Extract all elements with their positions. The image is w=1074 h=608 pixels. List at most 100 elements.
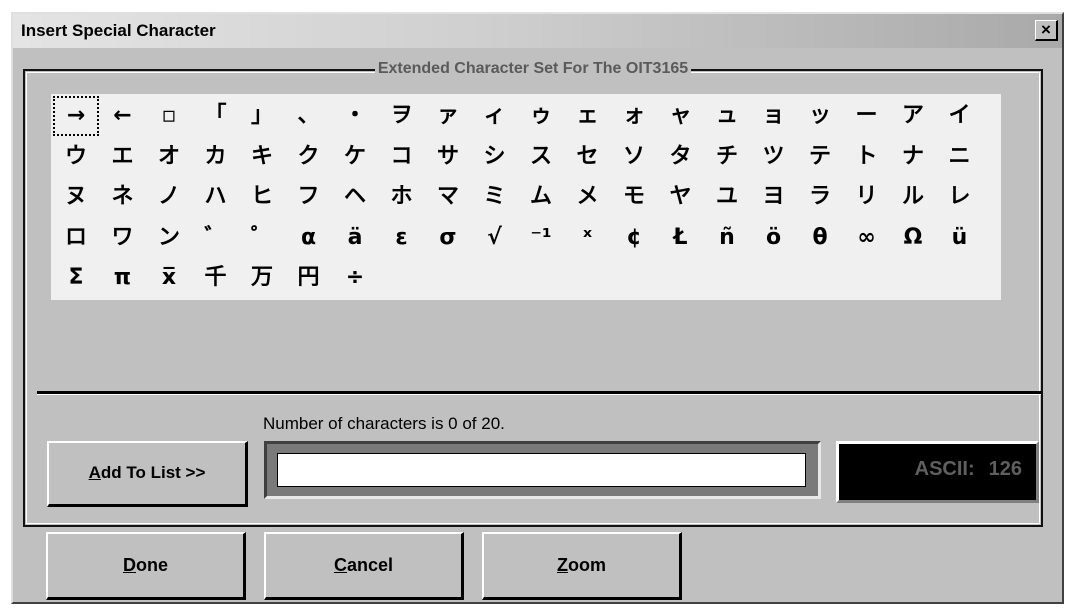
- character-cell[interactable]: ˣ: [565, 218, 611, 258]
- zoom-button[interactable]: Zoom: [482, 532, 682, 600]
- character-cell[interactable]: ヨ: [751, 177, 797, 217]
- character-cell[interactable]: チ: [704, 137, 750, 177]
- character-cell[interactable]: ゜: [239, 218, 285, 258]
- character-cell[interactable]: セ: [565, 137, 611, 177]
- character-cell[interactable]: x̅: [146, 258, 192, 298]
- close-button[interactable]: ×: [1035, 20, 1058, 41]
- character-cell[interactable]: メ: [565, 177, 611, 217]
- character-cell[interactable]: キ: [239, 137, 285, 177]
- character-cell[interactable]: Σ: [53, 258, 99, 298]
- character-cell[interactable]: ユ: [704, 177, 750, 217]
- character-cell[interactable]: ハ: [193, 177, 239, 217]
- character-cell[interactable]: ü: [937, 218, 983, 258]
- character-cell[interactable]: ム: [518, 177, 564, 217]
- character-cell[interactable]: ヌ: [53, 177, 99, 217]
- group-label: Extended Character Set For The OIT3165: [374, 60, 692, 77]
- character-cell[interactable]: マ: [425, 177, 471, 217]
- character-cell[interactable]: ョ: [751, 96, 797, 136]
- character-cell[interactable]: ヘ: [332, 177, 378, 217]
- character-cell[interactable]: ホ: [379, 177, 425, 217]
- character-cell[interactable]: ク: [286, 137, 332, 177]
- character-cell[interactable]: ェ: [565, 96, 611, 136]
- character-cell[interactable]: ネ: [100, 177, 146, 217]
- character-cell[interactable]: ö: [751, 218, 797, 258]
- character-cell[interactable]: Ω: [890, 218, 936, 258]
- character-cell[interactable]: ノ: [146, 177, 192, 217]
- character-cell[interactable]: ¢: [611, 218, 657, 258]
- text-field-frame: [264, 441, 821, 499]
- character-cell[interactable]: ュ: [704, 96, 750, 136]
- character-cell[interactable]: ン: [146, 218, 192, 258]
- character-cell[interactable]: 、: [286, 96, 332, 136]
- character-cell[interactable]: ソ: [611, 137, 657, 177]
- character-cell[interactable]: Ł: [658, 218, 704, 258]
- character-cell[interactable]: σ: [425, 218, 471, 258]
- character-cell[interactable]: √: [472, 218, 518, 258]
- character-cell[interactable]: ・: [332, 96, 378, 136]
- character-cell[interactable]: ナ: [890, 137, 936, 177]
- cancel-button[interactable]: Cancel: [264, 532, 464, 600]
- character-cell[interactable]: フ: [286, 177, 332, 217]
- character-cell[interactable]: ←: [100, 96, 146, 136]
- ascii-value: 126: [988, 458, 1022, 480]
- character-cell[interactable]: π: [100, 258, 146, 298]
- character-cell[interactable]: ツ: [751, 137, 797, 177]
- character-cell[interactable]: ゥ: [518, 96, 564, 136]
- character-cell[interactable]: サ: [425, 137, 471, 177]
- character-cell[interactable]: カ: [193, 137, 239, 177]
- character-cell[interactable]: タ: [658, 137, 704, 177]
- add-to-list-button[interactable]: Add To List >>: [47, 441, 248, 507]
- character-cell[interactable]: ウ: [53, 137, 99, 177]
- character-cell[interactable]: 万: [239, 258, 285, 298]
- window-title: Insert Special Character: [21, 21, 216, 40]
- character-cell[interactable]: ャ: [658, 96, 704, 136]
- character-cell[interactable]: イ: [937, 96, 983, 136]
- character-cell[interactable]: ワ: [100, 218, 146, 258]
- character-cell[interactable]: →: [53, 96, 99, 136]
- character-cell[interactable]: ▫: [146, 96, 192, 136]
- done-button[interactable]: Done: [46, 532, 246, 600]
- character-cell[interactable]: ヒ: [239, 177, 285, 217]
- character-cell[interactable]: 」: [239, 96, 285, 136]
- character-cell[interactable]: ヤ: [658, 177, 704, 217]
- title-bar: Insert Special Character ×: [13, 14, 1062, 48]
- character-cell[interactable]: エ: [100, 137, 146, 177]
- character-cell[interactable]: テ: [797, 137, 843, 177]
- character-cell[interactable]: ア: [890, 96, 936, 136]
- character-cell[interactable]: ォ: [611, 96, 657, 136]
- character-cell[interactable]: θ: [797, 218, 843, 258]
- character-cell[interactable]: ヲ: [379, 96, 425, 136]
- character-cell[interactable]: 円: [286, 258, 332, 298]
- character-cell[interactable]: ∞: [844, 218, 890, 258]
- character-cell[interactable]: ä: [332, 218, 378, 258]
- character-cell[interactable]: リ: [844, 177, 890, 217]
- character-cell[interactable]: ス: [518, 137, 564, 177]
- character-cell[interactable]: ラ: [797, 177, 843, 217]
- character-cell[interactable]: ⁻¹: [518, 218, 564, 258]
- insert-special-character-dialog: Insert Special Character × Extended Char…: [11, 12, 1064, 604]
- character-cell[interactable]: ッ: [797, 96, 843, 136]
- character-cell[interactable]: ー: [844, 96, 890, 136]
- character-cell[interactable]: モ: [611, 177, 657, 217]
- character-cell[interactable]: ト: [844, 137, 890, 177]
- character-cell[interactable]: コ: [379, 137, 425, 177]
- character-cell[interactable]: ル: [890, 177, 936, 217]
- character-cell[interactable]: ゛: [193, 218, 239, 258]
- character-cell[interactable]: ロ: [53, 218, 99, 258]
- character-cell[interactable]: ィ: [472, 96, 518, 136]
- character-cell[interactable]: 千: [193, 258, 239, 298]
- character-cell[interactable]: ニ: [937, 137, 983, 177]
- character-cell[interactable]: ε: [379, 218, 425, 258]
- character-cell[interactable]: 「: [193, 96, 239, 136]
- character-cell[interactable]: ñ: [704, 218, 750, 258]
- character-cell[interactable]: オ: [146, 137, 192, 177]
- character-cell[interactable]: シ: [472, 137, 518, 177]
- character-cell[interactable]: ケ: [332, 137, 378, 177]
- character-cell[interactable]: ÷: [332, 258, 378, 298]
- character-cell[interactable]: ァ: [425, 96, 471, 136]
- character-cell[interactable]: レ: [937, 177, 983, 217]
- character-cell[interactable]: ミ: [472, 177, 518, 217]
- character-list-input[interactable]: [277, 453, 806, 487]
- character-cell[interactable]: α: [286, 218, 332, 258]
- character-count-label: Number of characters is 0 of 20.: [263, 414, 505, 433]
